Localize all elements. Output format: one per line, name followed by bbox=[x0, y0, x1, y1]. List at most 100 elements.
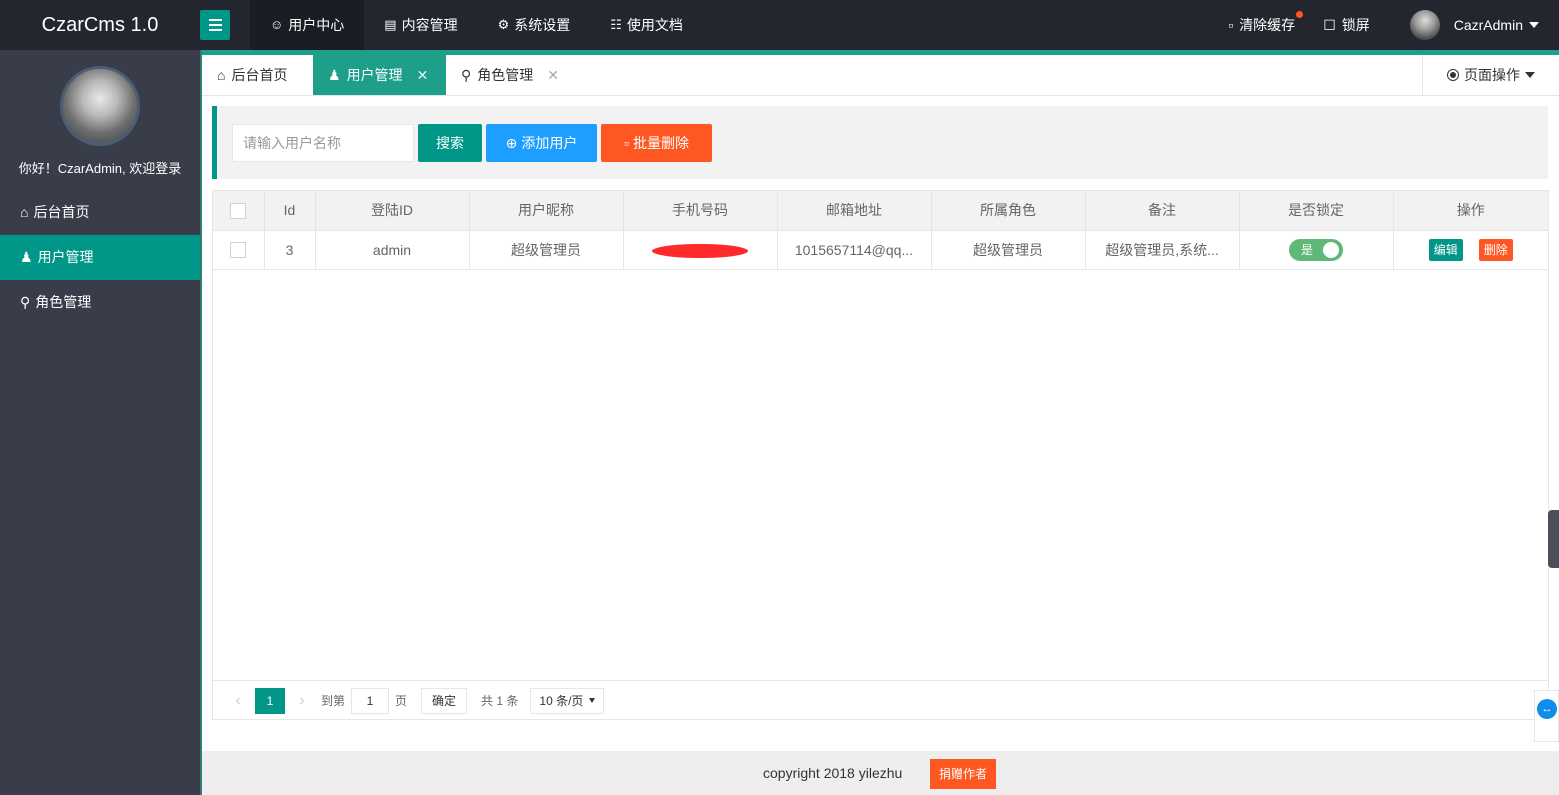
clear-cache-button[interactable]: ▫ 清除缓存 bbox=[1228, 11, 1304, 35]
row-checkbox[interactable] bbox=[230, 242, 247, 259]
tab-role-management[interactable]: ⚲ 角色管理 ✕ bbox=[446, 55, 576, 95]
sidebar-item-label: 角色管理 bbox=[35, 294, 92, 310]
clear-cache-label: 清除缓存 bbox=[1239, 17, 1296, 33]
menu-toggle-button[interactable] bbox=[200, 10, 230, 40]
cell-phone bbox=[623, 230, 778, 270]
gear-icon: ⚙ bbox=[497, 17, 510, 32]
add-user-label: 添加用户 bbox=[521, 135, 578, 151]
page-unit: 页 bbox=[395, 694, 408, 708]
topnav-label: 使用文档 bbox=[626, 17, 683, 33]
role-icon: ⚲ bbox=[20, 294, 31, 310]
add-user-button[interactable]: ⊕ 添加用户 bbox=[486, 124, 597, 162]
topnav-item-content[interactable]: ▤ 内容管理 bbox=[364, 0, 477, 50]
table-row[interactable]: 3 admin 超级管理员 1015657114@qq... 超级管理员 超级管… bbox=[213, 230, 1548, 270]
tab-user-management[interactable]: ♟ 用户管理 ✕ bbox=[313, 55, 446, 95]
batch-delete-label: 批量删除 bbox=[632, 135, 689, 151]
tab-label: 后台首页 bbox=[231, 67, 288, 83]
top-header: CzarCms 1.0 ☺ 用户中心 ▤ 内容管理 ⚙ 系统设置 ☷ 使用文档 … bbox=[0, 0, 1559, 50]
sidebar-item-label: 用户管理 bbox=[37, 249, 94, 265]
topnav-label: 用户中心 bbox=[288, 17, 345, 33]
menu-icon bbox=[208, 19, 222, 21]
cell-login-id: admin bbox=[315, 230, 470, 270]
main-content: 搜索 ⊕ 添加用户 ▫ 批量删除 Id 登陆ID 用户昵称 手机号码 邮箱地址 bbox=[202, 96, 1559, 750]
copyright-text: copyright 2018 yilezhu bbox=[763, 765, 903, 781]
page-op-label: 页面操作 bbox=[1464, 67, 1520, 83]
plus-circle-icon: ⊕ bbox=[505, 135, 518, 151]
column-header[interactable]: 登陆ID bbox=[315, 191, 470, 231]
footer: copyright 2018 yilezhu 捐赠作者 bbox=[202, 751, 1559, 795]
page-size-select[interactable]: 10 条/页 bbox=[530, 687, 605, 714]
home-icon: ⌂ bbox=[217, 67, 226, 83]
column-header[interactable]: 手机号码 bbox=[623, 191, 778, 231]
page-operations-dropdown[interactable]: 页面操作 bbox=[1422, 55, 1559, 95]
page-number-input[interactable]: 1 bbox=[351, 687, 390, 714]
search-toolbar: 搜索 ⊕ 添加用户 ▫ 批量删除 bbox=[212, 106, 1548, 179]
user-icon: ♟ bbox=[328, 67, 341, 83]
sidebar-item-role-management[interactable]: ⚲ 角色管理 bbox=[0, 280, 200, 325]
users-icon: ☺ bbox=[270, 17, 284, 32]
lock-label: 锁屏 bbox=[1341, 17, 1370, 33]
role-icon: ⚲ bbox=[461, 67, 472, 83]
remote-icon: ↔ bbox=[1537, 699, 1557, 719]
trash-icon: ▫ bbox=[624, 135, 629, 151]
select-all-cell bbox=[213, 191, 265, 231]
user-menu[interactable]: CazrAdmin bbox=[1409, 10, 1539, 40]
lock-screen-button[interactable]: ☐ 锁屏 bbox=[1323, 15, 1370, 35]
row-select-cell bbox=[213, 230, 265, 270]
cell-nickname: 超级管理员 bbox=[469, 230, 624, 270]
column-header[interactable]: Id bbox=[264, 191, 316, 231]
column-header[interactable]: 是否锁定 bbox=[1239, 191, 1394, 231]
cell-actions: 编辑 删除 bbox=[1393, 230, 1548, 270]
topnav-label: 系统设置 bbox=[514, 17, 571, 33]
document-icon: ▤ bbox=[384, 17, 397, 32]
batch-delete-button[interactable]: ▫ 批量删除 bbox=[601, 124, 712, 162]
search-button-label: 搜索 bbox=[436, 135, 464, 151]
select-all-checkbox[interactable] bbox=[230, 202, 247, 219]
delete-button[interactable]: 删除 bbox=[1478, 238, 1513, 261]
current-page[interactable]: 1 bbox=[255, 687, 285, 714]
tab-label: 角色管理 bbox=[477, 67, 534, 83]
tab-label: 用户管理 bbox=[346, 67, 403, 83]
book-icon: ☷ bbox=[610, 17, 622, 32]
trash-icon: ▫ bbox=[1228, 17, 1234, 33]
prev-page-icon[interactable]: ‹ bbox=[225, 692, 251, 710]
search-button[interactable]: 搜索 bbox=[418, 124, 482, 162]
topnav-item-user-center[interactable]: ☺ 用户中心 bbox=[250, 0, 365, 50]
edit-button[interactable]: 编辑 bbox=[1428, 238, 1463, 261]
table-header-row: Id 登陆ID 用户昵称 手机号码 邮箱地址 所属角色 备注 是否锁定 操作 bbox=[213, 191, 1548, 231]
lock-toggle[interactable]: 是 bbox=[1289, 238, 1343, 261]
next-page-icon[interactable]: › bbox=[289, 692, 315, 710]
column-header[interactable]: 备注 bbox=[1085, 191, 1240, 231]
avatar bbox=[1409, 10, 1440, 40]
confirm-page-button[interactable]: 确定 bbox=[421, 687, 468, 714]
goto-label: 到第 bbox=[321, 694, 346, 708]
side-handle[interactable] bbox=[1548, 510, 1559, 568]
sidebar-item-user-management[interactable]: ♟ 用户管理 bbox=[0, 235, 200, 280]
tab-bar: ⌂ 后台首页 ♟ 用户管理 ✕ ⚲ 角色管理 ✕ 页面操作 bbox=[202, 55, 1559, 96]
search-input[interactable] bbox=[232, 124, 414, 162]
column-header: 操作 bbox=[1393, 191, 1548, 231]
user-name: CazrAdmin bbox=[1453, 17, 1523, 33]
donate-button[interactable]: 捐赠作者 bbox=[930, 759, 997, 789]
column-header[interactable]: 用户昵称 bbox=[469, 191, 624, 231]
pagination: ‹ 1 › 到第 1 页 确定 共 1 条 10 条/页 bbox=[213, 680, 1548, 720]
topnav-label: 内容管理 bbox=[401, 17, 458, 33]
welcome-text: 你好！CzarAdmin, 欢迎登录 bbox=[18, 161, 182, 176]
top-right-actions: ▫ 清除缓存 ☐ 锁屏 CazrAdmin bbox=[1200, 0, 1539, 50]
remote-widget[interactable]: ↔ bbox=[1534, 690, 1559, 742]
column-header[interactable]: 邮箱地址 bbox=[777, 191, 932, 231]
user-icon: ♟ bbox=[20, 249, 33, 265]
total-count: 共 1 条 bbox=[481, 694, 519, 708]
notification-dot bbox=[1296, 11, 1304, 18]
page-size-value: 10 条/页 bbox=[539, 693, 584, 708]
home-icon: ⌂ bbox=[20, 204, 29, 220]
app-logo: CzarCms 1.0 bbox=[41, 14, 159, 36]
close-icon[interactable]: ✕ bbox=[417, 55, 429, 95]
tab-home[interactable]: ⌂ 后台首页 bbox=[202, 55, 313, 95]
column-header[interactable]: 所属角色 bbox=[931, 191, 1086, 231]
close-icon[interactable]: ✕ bbox=[547, 55, 559, 95]
sidebar-item-home[interactable]: ⌂ 后台首页 bbox=[0, 190, 200, 235]
cell-remark: 超级管理员,系统... bbox=[1085, 230, 1240, 270]
topnav-item-docs[interactable]: ☷ 使用文档 bbox=[590, 0, 703, 50]
topnav-item-settings[interactable]: ⚙ 系统设置 bbox=[478, 0, 591, 50]
